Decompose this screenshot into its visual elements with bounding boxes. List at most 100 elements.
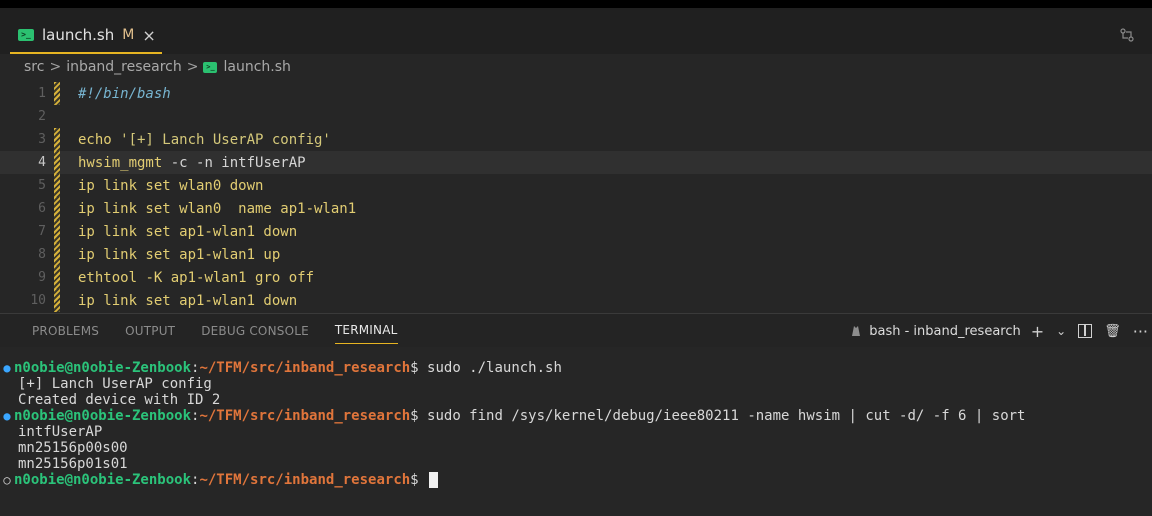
prompt-colon: : <box>191 408 200 424</box>
command-text: sudo find /sys/kernel/debug/ieee80211 -n… <box>418 408 1026 424</box>
prompt-dollar: $ <box>410 408 419 424</box>
code-command: ip <box>78 292 95 309</box>
code-line: 10 ip link set ap1-wlan1 down <box>0 289 1152 312</box>
code-args: link set ap1-wlan1 down <box>94 223 298 240</box>
code-command: ethtool <box>78 269 138 286</box>
code-args: link set ap1-wlan1 down <box>94 292 298 309</box>
line-number: 9 <box>38 270 46 285</box>
code-line: 7 ip link set ap1-wlan1 down <box>0 220 1152 243</box>
code-line: 2 <box>0 105 1152 128</box>
prompt-path: ~/TFM/src/inband_research <box>199 408 411 424</box>
code-command: hwsim_mgmt <box>78 154 163 171</box>
git-compare-icon[interactable] <box>1120 28 1134 46</box>
modified-badge: M <box>122 27 135 43</box>
terminal-output-line: mn25156p01s01 <box>0 456 128 472</box>
command-text <box>419 472 427 488</box>
prompt-dollar: $ <box>410 360 419 376</box>
prompt-user: n0obie@n0obie-Zenbook <box>14 360 192 376</box>
line-number: 2 <box>38 109 46 124</box>
panel-tab-bar: PROBLEMS OUTPUT DEBUG CONSOLE TERMINAL b… <box>0 313 1152 347</box>
breadcrumb-item-src[interactable]: src <box>24 59 44 75</box>
code-line: 5 ip link set wlan0 down <box>0 174 1152 197</box>
prompt-path: ~/TFM/src/inband_research <box>199 360 411 376</box>
breadcrumb-item-launch-sh[interactable]: launch.sh <box>223 59 290 75</box>
indent-guide <box>54 266 60 289</box>
trash-icon[interactable]: 🗑 <box>1104 324 1121 339</box>
code-command: ip <box>78 246 95 263</box>
command-success-dot-icon[interactable]: ● <box>0 360 14 376</box>
terminal-prompt-line: ● n0obie@n0obie-Zenbook: ~/TFM/src/inband_… <box>0 360 562 376</box>
code-line-current: 4 hwsim_mgmt -c -n intfUserAP <box>0 151 1152 174</box>
tab-problems[interactable]: PROBLEMS <box>32 314 99 348</box>
code-command: ip <box>78 223 95 240</box>
code-line: 9 ethtool -K ap1-wlan1 gro off <box>0 266 1152 289</box>
tab-output[interactable]: OUTPUT <box>125 314 175 348</box>
code-command: echo <box>78 131 112 148</box>
code-args: link set wlan0 name ap1-wlan1 <box>94 200 357 217</box>
code-args: -c -n intfUserAP <box>162 154 306 171</box>
terminal-output-line: mn25156p00s00 <box>0 440 128 456</box>
indent-guide <box>54 105 60 128</box>
terminal-instance-label[interactable]: bash - inband_research <box>869 324 1021 339</box>
indent-guide <box>54 243 60 266</box>
window-top-strip <box>0 0 1152 8</box>
terminal-prompt-line: ○ n0obie@n0obie-Zenbook: ~/TFM/src/inband_… <box>0 472 439 488</box>
output-text: mn25156p00s00 <box>18 440 128 456</box>
terminal-output[interactable]: ● n0obie@n0obie-Zenbook: ~/TFM/src/inband_… <box>0 352 1152 516</box>
output-text: intfUserAP <box>18 424 103 440</box>
prompt-dollar: $ <box>410 472 419 488</box>
indent-guide <box>54 128 60 151</box>
code-args: '[+] Lanch UserAP config' <box>111 131 331 148</box>
indent-guide <box>54 174 60 197</box>
bash-shell-icon <box>849 324 863 338</box>
close-icon[interactable]: × <box>142 26 155 45</box>
tab-title: launch.sh <box>42 26 115 44</box>
breadcrumb: src > inband_research > >_ launch.sh <box>0 54 1152 80</box>
code-line: 6 ip link set wlan0 name ap1-wlan1 <box>0 197 1152 220</box>
code-command: ip <box>78 200 95 217</box>
line-number: 5 <box>38 178 46 193</box>
breadcrumb-item-inband-research[interactable]: inband_research <box>66 59 182 75</box>
breadcrumb-separator: > <box>186 59 199 75</box>
line-number: 4 <box>38 155 46 170</box>
output-text: Created device with ID 2 <box>18 392 221 408</box>
line-number: 8 <box>38 247 46 262</box>
line-number: 6 <box>38 201 46 216</box>
code-editor[interactable]: 1 #!/bin/bash 2 3 echo '[+] Lanch UserAP… <box>0 80 1152 312</box>
prompt-colon: : <box>191 360 200 376</box>
panel-actions: bash - inband_research + ⌄ 🗑 ··· <box>849 314 1152 348</box>
indent-guide <box>54 220 60 243</box>
code-args: -K ap1-wlan1 gro off <box>137 269 315 286</box>
tab-debug-console[interactable]: DEBUG CONSOLE <box>201 314 309 348</box>
tab-launch-sh[interactable]: >_ launch.sh M × <box>10 18 162 54</box>
terminal-file-icon: >_ <box>203 61 218 73</box>
chevron-down-icon[interactable]: ⌄ <box>1056 324 1066 338</box>
code-command: ip <box>78 177 95 194</box>
code-args: link set ap1-wlan1 up <box>94 246 281 263</box>
more-actions-icon[interactable]: ··· <box>1133 322 1148 341</box>
add-terminal-icon[interactable]: + <box>1031 322 1044 341</box>
output-text: [+] Lanch UserAP config <box>18 376 212 392</box>
indent-guide <box>54 151 60 174</box>
terminal-output-line: intfUserAP <box>0 424 102 440</box>
indent-guide <box>54 82 60 105</box>
line-number: 7 <box>38 224 46 239</box>
breadcrumb-separator: > <box>49 59 62 75</box>
code-line: 3 echo '[+] Lanch UserAP config' <box>0 128 1152 151</box>
code-line: 8 ip link set ap1-wlan1 up <box>0 243 1152 266</box>
split-terminal-icon[interactable] <box>1078 324 1093 338</box>
code-line: 1 #!/bin/bash <box>0 82 1152 105</box>
prompt-path: ~/TFM/src/inband_research <box>199 472 411 488</box>
code-text: #!/bin/bash <box>78 85 171 102</box>
line-number: 1 <box>38 86 46 101</box>
command-text: sudo ./launch.sh <box>418 360 562 376</box>
indent-guide <box>54 289 60 312</box>
prompt-user: n0obie@n0obie-Zenbook <box>14 472 192 488</box>
terminal-output-line: Created device with ID 2 <box>0 392 220 408</box>
command-pending-dot-icon[interactable]: ○ <box>0 472 14 488</box>
terminal-cursor[interactable] <box>429 472 439 488</box>
editor-tab-bar: >_ launch.sh M × <box>0 8 1152 54</box>
tab-terminal[interactable]: TERMINAL <box>334 318 398 344</box>
terminal-file-icon: >_ <box>18 29 34 41</box>
command-success-dot-icon[interactable]: ● <box>0 408 14 424</box>
